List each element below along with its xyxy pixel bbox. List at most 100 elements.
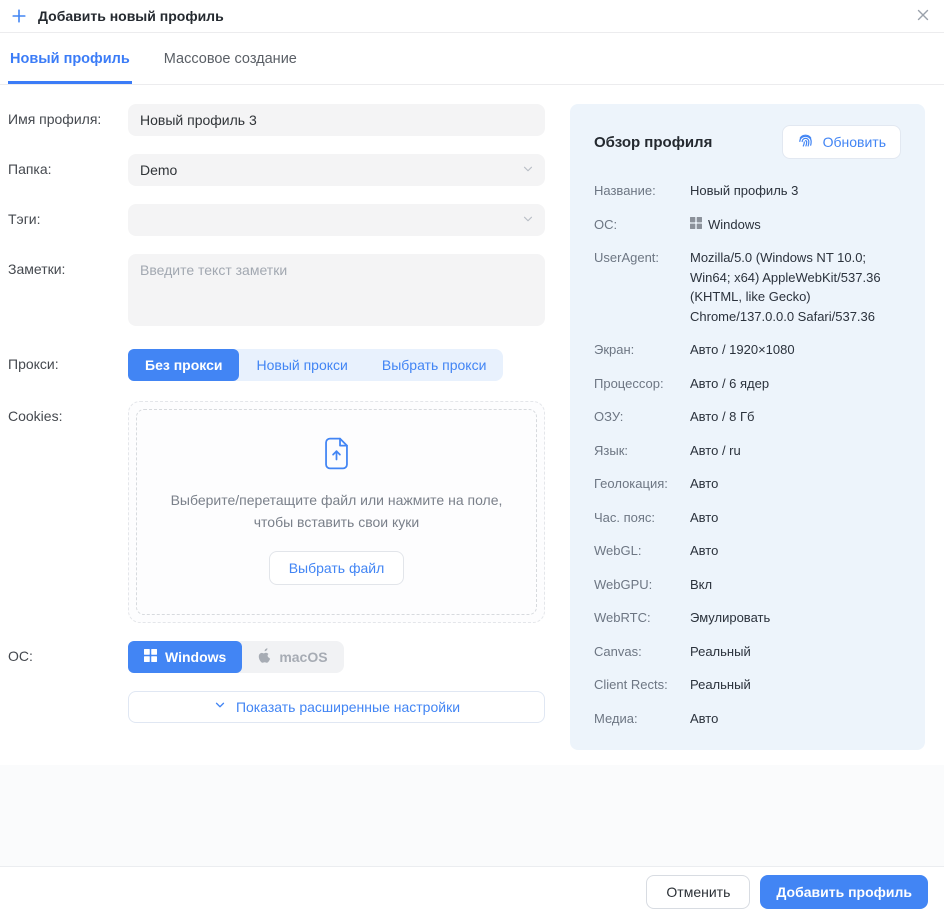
modal-content: Имя профиля: Папка: Demo Тэги:	[0, 85, 944, 765]
chevron-down-icon	[521, 212, 535, 229]
os-row: ОС: Windows macOS	[8, 641, 545, 673]
upload-file-icon	[323, 437, 350, 475]
folder-select[interactable]: Demo	[128, 154, 545, 186]
overview-row: WebGPU: Вкл	[594, 575, 901, 595]
profile-overview-panel: Обзор профиля Обновить	[570, 104, 925, 750]
overview-row-value: Эмулировать	[690, 608, 770, 628]
refresh-fingerprint-label: Обновить	[823, 134, 886, 150]
notes-label: Заметки:	[8, 254, 128, 331]
notes-textarea[interactable]	[128, 254, 545, 326]
overview-title: Обзор профиля	[594, 134, 712, 151]
overview-row: UserAgent: Mozilla/5.0 (Windows NT 10.0;…	[594, 248, 901, 326]
overview-row-label: WebGL:	[594, 541, 690, 561]
overview-row: Название: Новый профиль 3	[594, 181, 901, 201]
overview-row-label: Язык:	[594, 441, 690, 461]
os-option-windows[interactable]: Windows	[128, 641, 242, 673]
overview-row-label: ОЗУ:	[594, 407, 690, 427]
proxy-row: Прокси: Без прокси Новый прокси Выбрать …	[8, 349, 545, 381]
proxy-option-new[interactable]: Новый прокси	[239, 349, 364, 381]
choose-file-button[interactable]: Выбрать файл	[269, 551, 405, 585]
os-selector: Windows macOS	[128, 641, 344, 673]
overview-row-value: Новый профиль 3	[690, 181, 798, 201]
add-profile-button[interactable]: Добавить профиль	[760, 875, 928, 909]
profile-name-label: Имя профиля:	[8, 104, 128, 136]
tab-bulk-creation[interactable]: Массовое создание	[162, 33, 299, 84]
cookies-dropzone-inner: Выберите/перетащите файл или нажмите на …	[136, 409, 537, 615]
notes-row: Заметки:	[8, 254, 545, 331]
overview-row-value: Авто	[690, 474, 718, 494]
fingerprint-icon	[797, 132, 814, 152]
chevron-down-icon	[213, 698, 227, 715]
tab-bar: Новый профиль Массовое создание	[0, 33, 944, 85]
overview-row-label: Геолокация:	[594, 474, 690, 494]
overview-row: WebGL: Авто	[594, 541, 901, 561]
overview-row-value: Авто / 8 Гб	[690, 407, 755, 427]
overview-row-label: Canvas:	[594, 642, 690, 662]
folder-label: Папка:	[8, 154, 128, 186]
overview-row-label: Час. пояс:	[594, 508, 690, 528]
overview-row-value: Реальный	[690, 642, 751, 662]
tags-row: Тэги:	[8, 204, 545, 236]
close-icon	[916, 8, 930, 25]
overview-row: Медиа: Авто	[594, 709, 901, 729]
cancel-button[interactable]: Отменить	[646, 875, 750, 909]
overview-row-value: Авто	[690, 508, 718, 528]
proxy-option-choose[interactable]: Выбрать прокси	[365, 349, 504, 381]
add-profile-modal: Добавить новый профиль Новый профиль Мас…	[0, 0, 944, 917]
os-option-macos[interactable]: macOS	[242, 641, 343, 673]
modal-header: Добавить новый профиль	[0, 0, 944, 33]
cookies-dropzone-text: Выберите/перетащите файл или нажмите на …	[157, 489, 516, 534]
overview-row-label: WebGPU:	[594, 575, 690, 595]
profile-name-row: Имя профиля:	[8, 104, 545, 136]
tab-new-profile[interactable]: Новый профиль	[8, 33, 132, 84]
profile-name-input[interactable]	[128, 104, 545, 136]
overview-row-value: Авто / ru	[690, 441, 741, 461]
overview-row: Геолокация: Авто	[594, 474, 901, 494]
overview-row-value: Windows	[708, 215, 761, 235]
os-label: ОС:	[8, 641, 128, 673]
os-windows-label: Windows	[165, 649, 226, 665]
overview-row: Язык: Авто / ru	[594, 441, 901, 461]
os-macos-label: macOS	[279, 649, 327, 665]
chevron-down-icon	[521, 162, 535, 179]
tags-label: Тэги:	[8, 204, 128, 236]
cookies-row: Cookies: Выбе	[8, 401, 545, 623]
profile-form: Имя профиля: Папка: Demo Тэги:	[8, 104, 545, 765]
overview-row-label: Название:	[594, 181, 690, 201]
overview-row: Экран: Авто / 1920×1080	[594, 340, 901, 360]
footer-spacer	[0, 765, 944, 866]
overview-row-label: UserAgent:	[594, 248, 690, 326]
overview-row-value: Mozilla/5.0 (Windows NT 10.0; Win64; x64…	[690, 248, 901, 326]
overview-row-label: Экран:	[594, 340, 690, 360]
overview-row: Client Rects: Реальный	[594, 675, 901, 695]
overview-row: Canvas: Реальный	[594, 642, 901, 662]
overview-row-value: Авто	[690, 541, 718, 561]
overview-row-value: Вкл	[690, 575, 712, 595]
overview-header: Обзор профиля Обновить	[594, 125, 901, 159]
show-advanced-settings-button[interactable]: Показать расширенные настройки	[128, 691, 545, 723]
overview-row-value: Авто	[690, 709, 718, 729]
tags-select[interactable]	[128, 204, 545, 236]
overview-row: Процессор: Авто / 6 ядер	[594, 374, 901, 394]
overview-rows: Название: Новый профиль 3 ОС:	[594, 181, 901, 728]
overview-row-label: ОС:	[594, 215, 690, 235]
refresh-fingerprint-button[interactable]: Обновить	[782, 125, 901, 159]
folder-select-value: Demo	[140, 162, 177, 178]
windows-icon	[144, 649, 157, 665]
advanced-row-spacer	[8, 691, 128, 723]
folder-row: Папка: Demo	[8, 154, 545, 186]
overview-row-value: Реальный	[690, 675, 751, 695]
plus-icon	[11, 8, 27, 24]
proxy-option-none[interactable]: Без прокси	[128, 349, 239, 381]
close-button[interactable]	[914, 6, 932, 27]
overview-row-label: Медиа:	[594, 709, 690, 729]
proxy-label: Прокси:	[8, 349, 128, 381]
overview-row: ОЗУ: Авто / 8 Гб	[594, 407, 901, 427]
overview-row: WebRTC: Эмулировать	[594, 608, 901, 628]
overview-row: Час. пояс: Авто	[594, 508, 901, 528]
advanced-row: Показать расширенные настройки	[8, 691, 545, 723]
overview-row-value: Авто / 1920×1080	[690, 340, 795, 360]
windows-icon	[690, 217, 702, 229]
cookies-dropzone[interactable]: Выберите/перетащите файл или нажмите на …	[128, 401, 545, 623]
overview-row-label: WebRTC:	[594, 608, 690, 628]
